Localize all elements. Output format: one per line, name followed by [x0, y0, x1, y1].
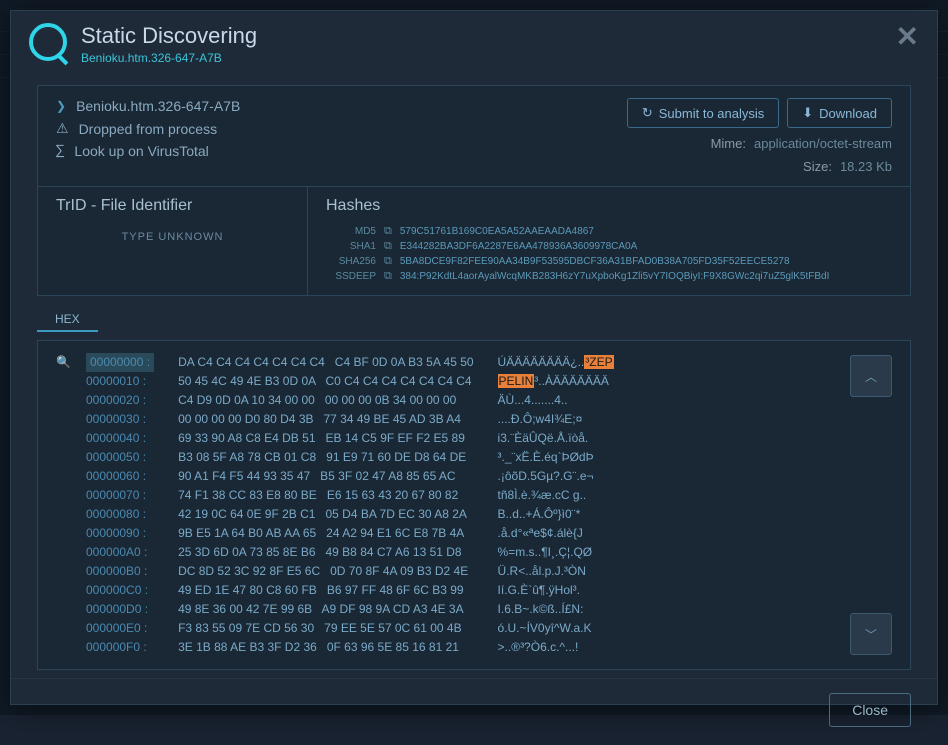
size-value: 18.23 Kb — [840, 159, 892, 174]
hash-value: E344282BA3DF6A2287E6AA478936A3609978CA0A — [400, 241, 637, 252]
copy-icon[interactable]: ⧉ — [384, 255, 392, 268]
warning-icon: ⚠ — [56, 120, 69, 137]
download-label: Download — [819, 106, 877, 121]
tab-hex[interactable]: HEX — [37, 308, 98, 332]
submit-analysis-button[interactable]: ↻ Submit to analysis — [627, 98, 779, 128]
hex-tabs: HEX — [37, 308, 911, 332]
close-button[interactable]: Close — [829, 693, 911, 727]
info-left: ❯ Benioku.htm.326-647-A7B ⚠ Dropped from… — [56, 98, 240, 159]
hash-label: MD5 — [326, 226, 376, 237]
hash-label: SHA1 — [326, 241, 376, 252]
copy-icon[interactable]: ⧉ — [384, 270, 392, 283]
mime-value: application/octet-stream — [754, 136, 892, 151]
submit-label: Submit to analysis — [659, 106, 765, 121]
scroll-up-button[interactable]: ︿ — [850, 355, 892, 397]
hex-offsets-col: 00000000 :00000010 :00000020 :00000030 :… — [86, 353, 154, 657]
hex-viewer: 🔍 00000000 :00000010 :00000020 :00000030… — [37, 340, 911, 670]
hash-section: TrID - File Identifier TYPE UNKNOWN Hash… — [38, 186, 910, 295]
modal-title: Static Discovering — [81, 23, 882, 49]
hash-row: SSDEEP ⧉ 384:P92KdtL4aorAyalWcqMKB283H6zY7… — [326, 270, 892, 283]
dropped-label: Dropped from process — [79, 121, 218, 137]
trid-panel: TrID - File Identifier TYPE UNKNOWN — [38, 187, 308, 295]
mime-row: Mime: application/octet-stream — [711, 136, 892, 151]
size-label: Size: — [803, 159, 832, 174]
filename: Benioku.htm.326-647-A7B — [76, 98, 240, 114]
hash-label: SHA256 — [326, 256, 376, 267]
mime-label: Mime: — [711, 136, 746, 151]
modal-footer: Close — [11, 678, 937, 745]
trid-title: TrID - File Identifier — [56, 197, 289, 215]
vt-label: Look up on VirusTotal — [74, 143, 208, 159]
hex-bytes-col: DA C4 C4 C4 C4 C4 C4 C4 C4 BF 0D 0A B3 5… — [178, 353, 473, 657]
hex-body: 00000000 :00000010 :00000020 :00000030 :… — [86, 353, 892, 657]
download-icon: ⬇ — [802, 105, 813, 121]
button-row: ↻ Submit to analysis ⬇ Download — [627, 98, 892, 128]
modal-header: Static Discovering Benioku.htm.326-647-A… — [11, 11, 937, 77]
trid-type: TYPE UNKNOWN — [56, 231, 289, 243]
virustotal-line[interactable]: ∑ Look up on VirusTotal — [56, 143, 240, 159]
hash-row: SHA1 ⧉ E344282BA3DF6A2287E6AA478936A360997… — [326, 240, 892, 253]
search-icon[interactable]: 🔍 — [56, 355, 71, 369]
hash-row: SHA256 ⧉ 5BA8DCE9F82FEE90AA34B9F53595DBCF3… — [326, 255, 892, 268]
scroll-down-button[interactable]: ﹀ — [850, 613, 892, 655]
hash-value: 579C51761B169C0EA5A52AAEAADA4867 — [400, 226, 594, 237]
close-icon[interactable]: ✕ — [896, 23, 919, 51]
hashes-panel: Hashes MD5 ⧉ 579C51761B169C0EA5A52AAEAADA4… — [308, 187, 910, 295]
hashes-title: Hashes — [326, 197, 892, 215]
hash-value: 384:P92KdtL4aorAyalWcqMKB283H6zY7uXpboKg… — [400, 271, 830, 282]
download-button[interactable]: ⬇ Download — [787, 98, 892, 128]
modal-subtitle: Benioku.htm.326-647-A7B — [81, 51, 882, 65]
size-row: Size: 18.23 Kb — [803, 159, 892, 174]
static-discovering-modal: Static Discovering Benioku.htm.326-647-A… — [10, 10, 938, 705]
title-block: Static Discovering Benioku.htm.326-647-A… — [81, 23, 882, 65]
chevron-right-icon: ❯ — [56, 99, 66, 113]
app-logo-icon — [29, 23, 67, 61]
copy-icon[interactable]: ⧉ — [384, 240, 392, 253]
filename-line[interactable]: ❯ Benioku.htm.326-647-A7B — [56, 98, 240, 114]
hash-row: MD5 ⧉ 579C51761B169C0EA5A52AAEAADA4867 — [326, 225, 892, 238]
hex-ascii-col: ÚÄÄÄÄÄÄÄÄ¿..³ZEPPELIN³..ÀÄÄÄÄÄÄÄÄÙ...4..… — [498, 353, 614, 657]
hash-value: 5BA8DCE9F82FEE90AA34B9F53595DBCF36A31BFA… — [400, 256, 790, 267]
copy-icon[interactable]: ⧉ — [384, 225, 392, 238]
hash-label: SSDEEP — [326, 271, 376, 282]
dropped-line[interactable]: ⚠ Dropped from process — [56, 120, 240, 137]
info-right: ↻ Submit to analysis ⬇ Download Mime: ap… — [627, 98, 892, 174]
info-top: ❯ Benioku.htm.326-647-A7B ⚠ Dropped from… — [38, 86, 910, 186]
sigma-icon: ∑ — [56, 143, 64, 159]
refresh-icon: ↻ — [642, 105, 653, 121]
info-panel: ❯ Benioku.htm.326-647-A7B ⚠ Dropped from… — [37, 85, 911, 296]
